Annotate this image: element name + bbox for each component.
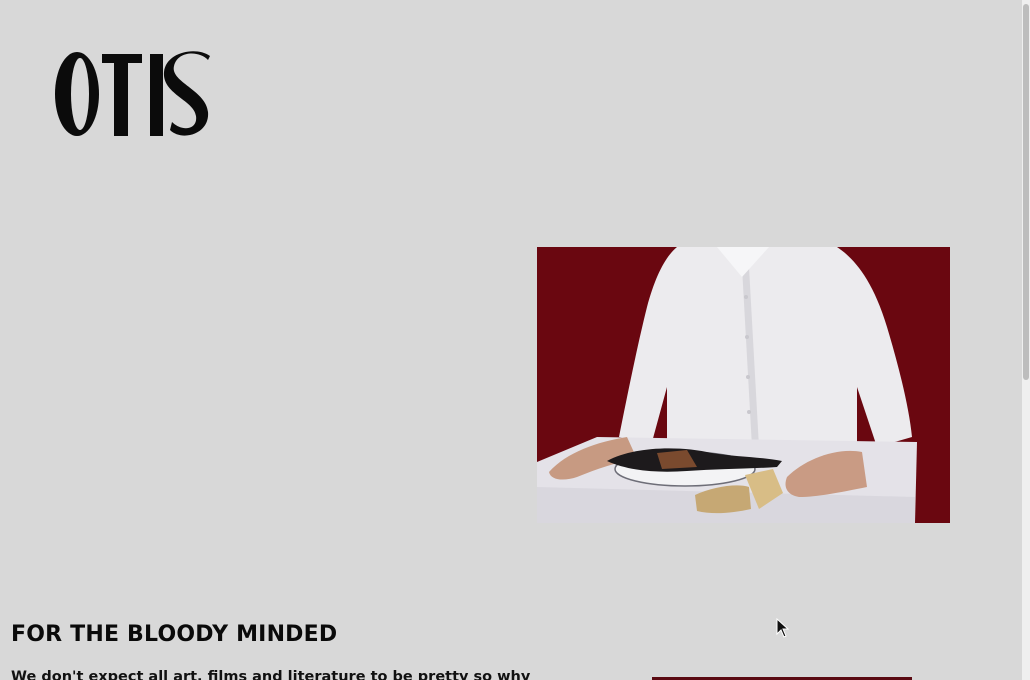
otis-logo-mark bbox=[55, 51, 210, 136]
section-headline: FOR THE BLOODY MINDED bbox=[11, 622, 338, 647]
photo-man-with-sardines-icon bbox=[537, 247, 950, 523]
section-body-text: We don't expect all art, films and liter… bbox=[11, 669, 531, 680]
otis-logo[interactable] bbox=[50, 48, 215, 140]
vertical-scrollbar[interactable] bbox=[1022, 0, 1030, 680]
page: FOR THE BLOODY MINDED We don't expect al… bbox=[0, 0, 1030, 680]
hero-photo bbox=[537, 247, 950, 523]
scrollbar-thumb[interactable] bbox=[1023, 4, 1029, 380]
mouse-pointer-icon bbox=[776, 618, 790, 638]
